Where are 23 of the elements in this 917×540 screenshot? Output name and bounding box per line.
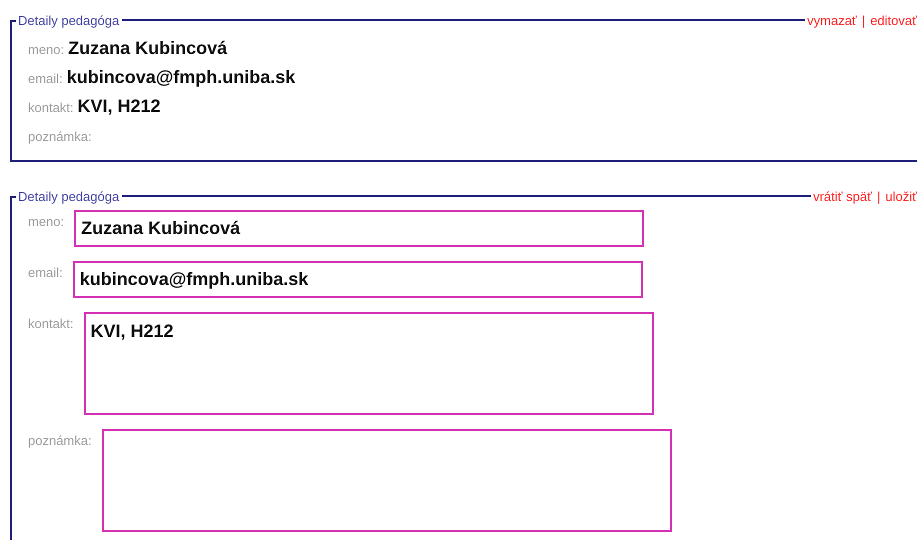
separator: | [862, 12, 866, 28]
action-link[interactable]: vrátiť späť [813, 188, 872, 204]
field-label: meno: [28, 41, 64, 57]
field-value: Zuzana Kubincová [68, 38, 228, 59]
panel-title: Detaily pedagóga [18, 188, 120, 204]
field-value: kubincova@fmph.uniba.sk [66, 67, 296, 88]
panel-title: Detaily pedagóga [18, 12, 120, 28]
action-link[interactable]: editovať [870, 12, 917, 28]
field-label: kontakt: [28, 99, 74, 115]
field-value: KVI, H212 [78, 96, 161, 117]
text-area[interactable] [102, 429, 672, 532]
input-field[interactable]: kubincova@fmph.uniba.sk [72, 261, 643, 298]
action-link[interactable]: uložiť [885, 188, 917, 204]
field-label: poznámka: [28, 128, 92, 144]
text-area[interactable]: KVI, H212 [84, 312, 654, 415]
input-field[interactable]: Zuzana Kubincová [74, 210, 644, 247]
field-label: poznámka: [28, 432, 92, 448]
field-label: email: [28, 264, 63, 280]
field-label: email: [28, 70, 63, 86]
field-label: meno: [28, 213, 64, 229]
separator: | [876, 188, 880, 204]
field-label: kontakt: [28, 315, 74, 331]
action-link[interactable]: vymazať [807, 12, 857, 28]
